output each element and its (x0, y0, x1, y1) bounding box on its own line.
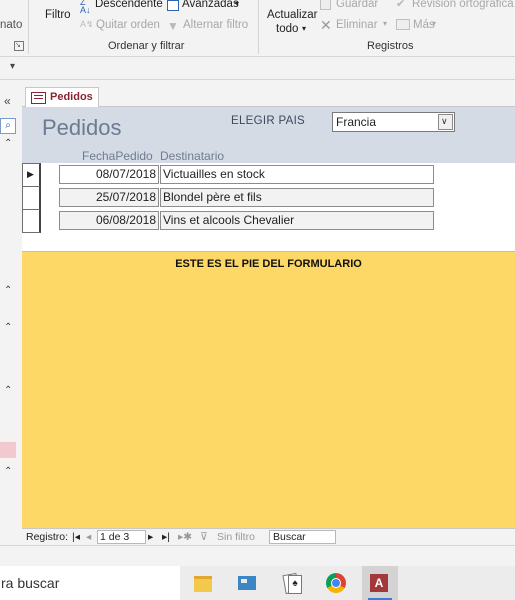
footer-text: ESTE ES EL PIE DEL FORMULARIO (175, 258, 362, 270)
ribbon-separator (28, 0, 29, 54)
form-title: Pedidos (42, 115, 122, 140)
avanzadas-label: Avanzadas (182, 0, 239, 10)
taskbar-search-text: ra buscar (1, 575, 60, 591)
guardar-button[interactable]: Guardar (320, 0, 380, 14)
form-footer: ESTE ES EL PIE DEL FORMULARIO (22, 251, 515, 529)
solitaire-icon[interactable]: ♠ (274, 566, 310, 600)
record-selector[interactable]: ▶ (22, 163, 41, 187)
more-icon (396, 19, 410, 30)
destinatario-field[interactable]: Blondel père et fils (160, 188, 434, 207)
chevron-down-icon: ▾ (432, 19, 437, 28)
todo-label: todo (276, 23, 299, 35)
status-bar (0, 545, 515, 566)
record-navigation-bar: Registro: |◂ ◂ 1 de 3 ▸ ▸| ▸✱ ⊽ Sin filt… (22, 528, 515, 545)
search-input[interactable]: Buscar (269, 530, 336, 544)
collapse-chevron-icon[interactable]: ⌃ (4, 285, 12, 296)
eliminar-button[interactable]: ✕ Eliminar ▾ (320, 17, 392, 34)
table-row: ▶ 08/07/2018 Victuailles en stock (22, 163, 515, 187)
revision-label: Revisión ortográfica (412, 0, 514, 10)
revision-ortografica-button[interactable]: ✔ Revisión ortográfica (396, 0, 515, 14)
alternar-filtro-button[interactable]: ▼ Alternar filtro (167, 18, 251, 34)
chevron-down-icon[interactable]: ∨ (438, 114, 453, 130)
form-icon (31, 92, 46, 104)
actualizar-todo-button[interactable]: Actualizar todo ▾ (262, 0, 318, 40)
chevron-down-icon: ▾ (235, 0, 240, 8)
taskbar-search-box[interactable]: ra buscar (0, 566, 180, 600)
sin-filtro-label[interactable]: Sin filtro (217, 531, 255, 543)
mas-button[interactable]: Más ▾ (396, 18, 446, 34)
fecha-field[interactable]: 08/07/2018 (59, 165, 159, 184)
current-record-icon: ▶ (27, 169, 34, 179)
column-header-destinatario: Destinatario (160, 149, 225, 163)
taskbar: ra buscar ♠ A (0, 566, 515, 600)
alternar-filtro-label: Alternar filtro (183, 19, 249, 31)
chrome-icon[interactable] (318, 566, 354, 600)
last-record-icon[interactable]: ▸| (162, 531, 170, 543)
destinatario-field[interactable]: Victuailles en stock (160, 165, 434, 184)
collapse-chevron-icon[interactable]: ⌃ (4, 466, 12, 477)
file-explorer-icon[interactable] (185, 566, 221, 600)
fecha-field[interactable]: 25/07/2018 (59, 188, 159, 207)
document-area: Pedidos Pedidos ELEGIR PAIS Francia ∨ Fe… (22, 80, 515, 545)
search-icon[interactable]: ⌕ (0, 118, 16, 134)
dialog-launcher-icon[interactable]: ↘ (14, 41, 24, 51)
selected-item-highlight[interactable] (0, 442, 16, 458)
registro-label: Registro: (26, 531, 69, 543)
tab-label: Pedidos (50, 91, 93, 103)
ribbon-group-fragment-label: nato (0, 19, 23, 31)
destinatario-field[interactable]: Vins et alcools Chevalier (160, 211, 434, 230)
column-header-fecha: FechaPedido (82, 149, 153, 163)
quitar-orden-button[interactable]: A↯ Quitar orden (80, 18, 164, 34)
record-selector[interactable] (22, 186, 41, 210)
sort-descending-icon: Z A↓ (80, 0, 91, 15)
document-tab-strip: Pedidos (22, 80, 515, 107)
access-app-icon[interactable]: A (362, 566, 398, 600)
chevron-down-icon: ▾ (383, 19, 388, 28)
quick-access-bar: ▾ (0, 57, 515, 80)
descendente-label: Descendente (95, 0, 163, 10)
filtro-label: Filtro (45, 9, 71, 21)
current-record-input[interactable]: 1 de 3 (97, 530, 146, 544)
ordenar-group-label: Ordenar y filtrar (108, 40, 185, 52)
save-icon (320, 0, 331, 10)
ribbon-separator (258, 0, 259, 54)
control-panel-icon[interactable] (229, 566, 265, 600)
new-record-icon[interactable]: ▸✱ (178, 531, 192, 543)
collapse-chevron-icon[interactable]: ⌃ (4, 322, 12, 333)
record-selector[interactable] (22, 209, 41, 233)
guardar-label: Guardar (336, 0, 379, 10)
delete-icon: ✕ (320, 17, 332, 33)
no-filter-icon: ⊽ (200, 531, 208, 543)
table-row: 06/08/2018 Vins et alcools Chevalier (22, 209, 515, 233)
first-record-icon[interactable]: |◂ (72, 531, 80, 543)
previous-record-icon[interactable]: ◂ (86, 531, 91, 543)
quitar-orden-label: Quitar orden (96, 19, 160, 31)
collapse-chevron-icon[interactable]: ⌃ (4, 138, 12, 149)
customize-dropdown-icon[interactable]: ▾ (10, 61, 15, 72)
country-value: Francia (336, 115, 377, 129)
next-record-icon[interactable]: ▸ (148, 531, 153, 543)
descendente-button[interactable]: Z A↓ Descendente (80, 0, 164, 15)
form-header: Pedidos ELEGIR PAIS Francia ∨ FechaPedid… (22, 107, 515, 163)
expand-pane-icon[interactable]: « (4, 94, 11, 108)
tab-pedidos[interactable]: Pedidos (25, 87, 99, 107)
chevron-down-icon: ▾ (302, 24, 307, 33)
country-combobox[interactable]: Francia ∨ (332, 112, 455, 132)
fecha-field[interactable]: 06/08/2018 (59, 211, 159, 230)
filtro-button[interactable]: Filtro (40, 0, 76, 30)
funnel-icon: ▼ (167, 19, 179, 33)
form-detail: ▶ 08/07/2018 Victuailles en stock 25/07/… (22, 163, 515, 251)
ribbon: nato ↘ Filtro Z A↓ Descendente A↯ Quitar … (0, 0, 515, 57)
eliminar-label: Eliminar (336, 19, 378, 31)
table-row: 25/07/2018 Blondel père et fils (22, 186, 515, 210)
spelling-check-icon: ✔ (396, 0, 406, 10)
advanced-filter-icon (167, 0, 179, 11)
country-label: ELEGIR PAIS (231, 115, 306, 127)
actualizar-label: Actualizar (267, 9, 318, 21)
collapse-chevron-icon[interactable]: ⌃ (4, 385, 12, 396)
remove-sort-icon: A↯ (80, 19, 94, 29)
registros-group-label: Registros (367, 40, 414, 52)
avanzadas-button[interactable]: Avanzadas ▾ (167, 0, 247, 14)
navigation-pane: « ⌕ ⌃ ⌃ ⌃ ⌃ ⌃ (0, 80, 23, 544)
